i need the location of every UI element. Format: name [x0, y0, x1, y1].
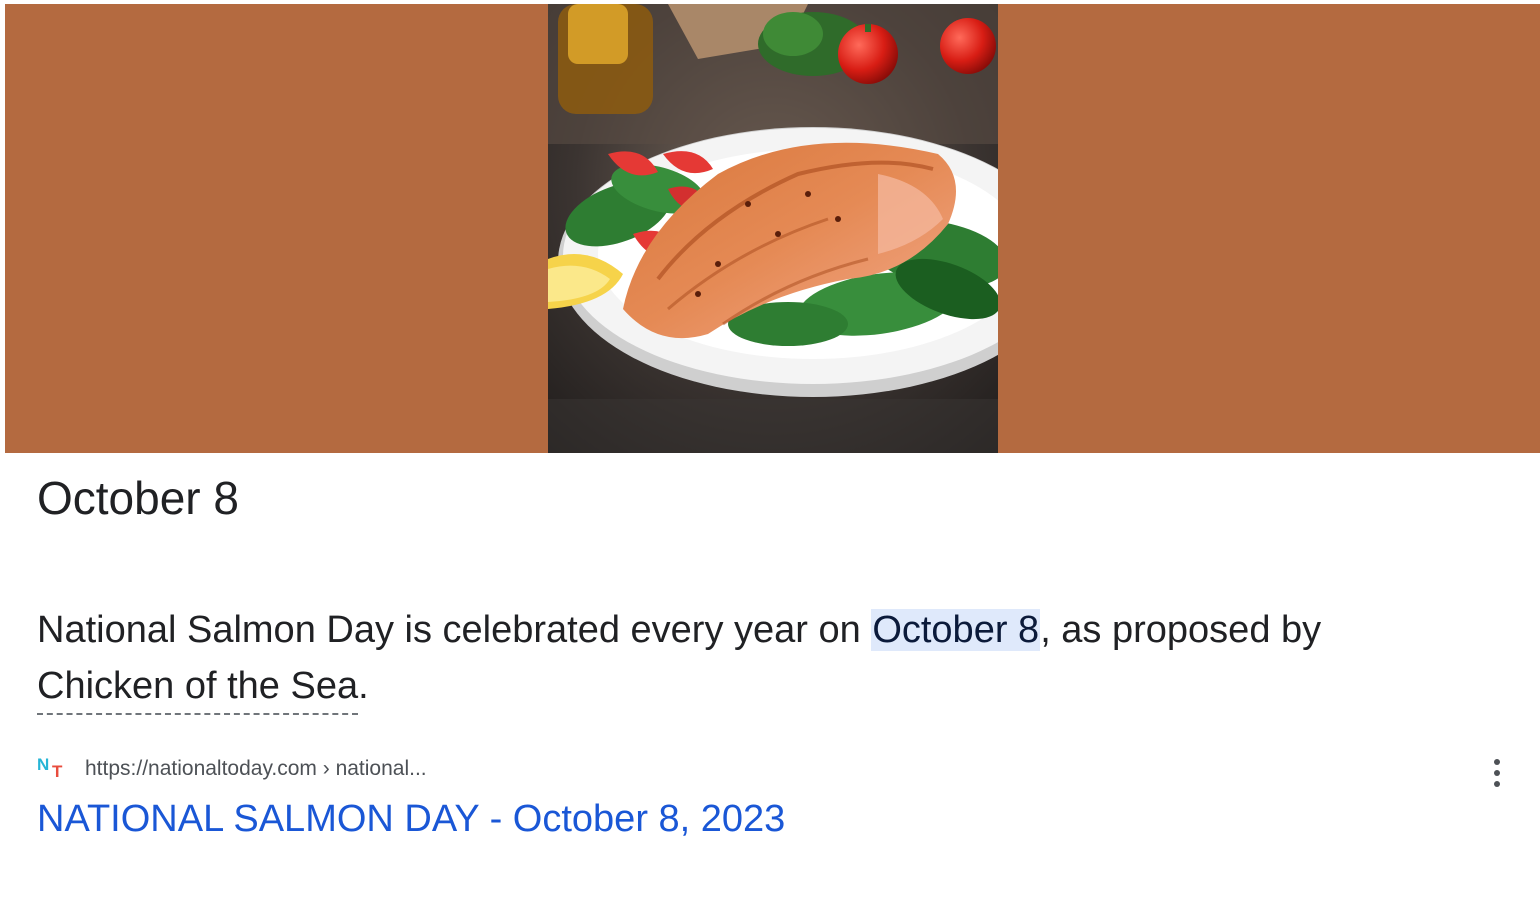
more-vert-icon[interactable]	[1480, 756, 1514, 790]
chicken-of-the-sea-link[interactable]: Chicken of the Sea	[37, 665, 359, 715]
left-border	[0, 0, 5, 908]
snippet-text: National Salmon Day is celebrated every …	[37, 602, 1457, 715]
answer-title: October 8	[37, 472, 239, 524]
nationaltoday-favicon-icon: N T	[37, 756, 71, 782]
featured-snippet-card: October 8 National Salmon Day is celebra…	[0, 0, 1540, 908]
source-url[interactable]: https://nationaltoday.com › national...	[85, 757, 427, 781]
salmon-dish-image[interactable]	[548, 4, 998, 453]
hero-banner	[5, 4, 1540, 453]
snippet-text-after: .	[358, 665, 369, 707]
result-title-link[interactable]: NATIONAL SALMON DAY - October 8, 2023	[37, 796, 785, 842]
source-attribution[interactable]: N T https://nationaltoday.com › national…	[37, 754, 427, 784]
snippet-text-before: National Salmon Day is celebrated every …	[37, 609, 872, 651]
snippet-text-middle: , as proposed by	[1040, 609, 1322, 651]
favicon-letter-t: T	[52, 762, 63, 781]
snippet-highlight: October 8	[871, 609, 1041, 651]
favicon-letter-n: N	[37, 755, 50, 774]
more-vert-dot	[1494, 770, 1500, 776]
more-vert-dot	[1494, 781, 1500, 787]
more-vert-dot	[1494, 759, 1500, 765]
